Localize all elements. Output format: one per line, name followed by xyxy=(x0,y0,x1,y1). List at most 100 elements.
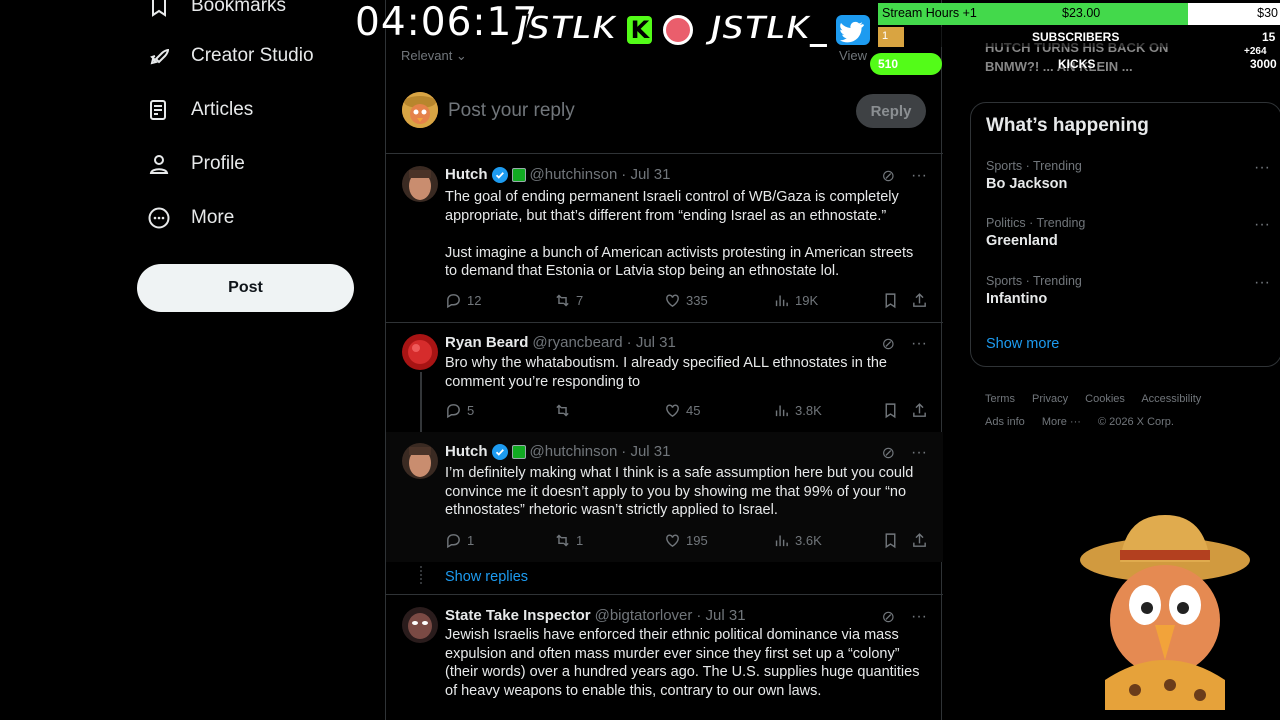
trend-topic: Greenland xyxy=(986,233,1058,249)
avatar xyxy=(402,443,438,479)
repost-action[interactable]: 1 xyxy=(554,532,583,549)
tweet[interactable]: Hutch @hutchinson · Jul 31 ⊘ ··· I’m def… xyxy=(386,443,943,561)
reply-input[interactable]: Post your reply xyxy=(448,100,575,122)
kicks-label: KICKS xyxy=(1058,57,1096,71)
bookmark-action[interactable] xyxy=(882,532,904,549)
verified-icon xyxy=(491,443,508,460)
kick-icon: K xyxy=(626,15,653,44)
views-action[interactable]: 19K xyxy=(773,292,818,309)
twitter-logo: JSTLK_ xyxy=(709,7,871,48)
grok-icon[interactable]: ⊘ xyxy=(882,166,895,186)
nav-articles[interactable]: Articles xyxy=(147,90,253,130)
author-handle[interactable]: @ryancbeard xyxy=(532,334,622,351)
record-icon xyxy=(662,14,693,45)
show-replies-link[interactable]: Show replies xyxy=(445,569,528,585)
tweet-actions: 5 45 3.8K xyxy=(445,402,930,422)
tweet-date[interactable]: · Jul 31 xyxy=(621,166,670,183)
divider xyxy=(386,322,943,323)
tweet-date[interactable]: · Jul 31 xyxy=(621,443,670,460)
post-button[interactable]: Post xyxy=(137,264,354,312)
tweet-text: Jewish Israelis have enforced their ethn… xyxy=(445,627,924,699)
reply-button[interactable]: Reply xyxy=(856,94,926,128)
grok-icon[interactable]: ⊘ xyxy=(882,607,895,627)
view-count: 19K xyxy=(795,293,819,308)
tweet-date[interactable]: · Jul 31 xyxy=(696,607,745,624)
reply-action[interactable]: 5 xyxy=(445,402,474,419)
grok-icon[interactable]: ⊘ xyxy=(882,443,895,463)
like-action[interactable]: 335 xyxy=(664,292,708,309)
repost-icon xyxy=(556,294,569,307)
nav-more[interactable]: More xyxy=(147,198,234,238)
footer-link[interactable]: More ··· xyxy=(1042,416,1081,428)
more-options-icon[interactable]: ··· xyxy=(1254,274,1270,292)
repost-count: 7 xyxy=(576,293,584,308)
trend-item[interactable]: Sports · Trending Bo Jackson ··· xyxy=(986,159,1276,192)
show-more-link[interactable]: Show more xyxy=(986,336,1059,352)
like-action[interactable]: 45 xyxy=(664,402,700,419)
nav-profile[interactable]: Profile xyxy=(147,144,245,184)
avatar xyxy=(402,92,438,128)
footer-link[interactable]: Cookies xyxy=(1085,393,1125,405)
grok-icon[interactable]: ⊘ xyxy=(882,334,895,354)
more-options-icon[interactable]: ··· xyxy=(911,167,927,185)
chevron-down-icon: ⌄ xyxy=(452,48,467,63)
tweet[interactable]: Hutch @hutchinson · Jul 31 ⊘ ··· The goa… xyxy=(386,166,943,322)
views-icon xyxy=(775,295,788,307)
more-options-icon[interactable]: ··· xyxy=(1254,216,1270,234)
tweet-header: Hutch @hutchinson · Jul 31 xyxy=(445,166,670,183)
more-options-icon[interactable]: ··· xyxy=(911,444,927,462)
tweet[interactable]: Ryan Beard @ryancbeard · Jul 31 ⊘ ··· Br… xyxy=(386,334,943,430)
reply-action[interactable]: 12 xyxy=(445,292,481,309)
heart-icon xyxy=(666,534,679,548)
tweet-text: I’m definitely making what I think is a … xyxy=(445,465,918,518)
more-options-icon[interactable]: ··· xyxy=(1254,159,1270,177)
trend-category: Sports · Trending xyxy=(986,274,1082,288)
repost-action[interactable]: 7 xyxy=(554,292,583,309)
tweet-date[interactable]: · Jul 31 xyxy=(627,334,676,351)
reply-count: 12 xyxy=(467,293,482,308)
tweet[interactable]: State Take Inspector @bigtatorlover · Ju… xyxy=(386,607,943,720)
author-name[interactable]: Hutch xyxy=(445,166,488,183)
trend-item[interactable]: Politics · Trending Greenland ··· xyxy=(986,216,1276,249)
bookmark-icon xyxy=(152,0,166,17)
view-link[interactable]: View xyxy=(839,48,867,63)
footer-link[interactable]: Accessibility xyxy=(1141,393,1201,405)
plus-count: +264 xyxy=(1244,46,1267,57)
bookmark-action[interactable] xyxy=(882,292,904,309)
more-options-icon[interactable]: ··· xyxy=(911,608,927,626)
like-count: 335 xyxy=(686,293,708,308)
share-action[interactable] xyxy=(911,532,933,549)
views-action[interactable]: 3.8K xyxy=(773,402,822,419)
view-count: 3.6K xyxy=(795,533,822,548)
logo-text: JSTLK xyxy=(709,7,812,48)
tweet-header: Ryan Beard @ryancbeard · Jul 31 xyxy=(445,334,676,351)
sort-dropdown[interactable]: Relevant ⌄ xyxy=(401,48,467,64)
trend-item[interactable]: Sports · Trending Infantino ··· xyxy=(986,274,1276,307)
author-name[interactable]: Ryan Beard xyxy=(445,334,528,351)
author-handle[interactable]: @bigtatorlover xyxy=(595,607,693,624)
share-icon xyxy=(913,533,926,547)
nav-bookmarks[interactable]: Bookmarks xyxy=(147,0,286,26)
nav-creator-studio[interactable]: Creator Studio xyxy=(147,36,314,76)
affiliate-badge-icon xyxy=(511,167,526,182)
bookmark-action[interactable] xyxy=(882,402,904,419)
reply-action[interactable]: 1 xyxy=(445,532,474,549)
subscribers-label: SUBSCRIBERS xyxy=(1032,30,1120,44)
more-options-icon[interactable]: ··· xyxy=(911,335,927,353)
footer-link[interactable]: Terms xyxy=(985,393,1015,405)
views-icon xyxy=(775,535,788,547)
author-handle[interactable]: @hutchinson xyxy=(530,443,618,460)
divider xyxy=(386,594,943,595)
like-count: 45 xyxy=(686,403,701,418)
tweet-menu: ⊘ ··· xyxy=(882,166,927,186)
author-name[interactable]: Hutch xyxy=(445,443,488,460)
author-handle[interactable]: @hutchinson xyxy=(530,166,618,183)
views-action[interactable]: 3.6K xyxy=(773,532,822,549)
author-name[interactable]: State Take Inspector xyxy=(445,607,591,624)
share-action[interactable] xyxy=(911,292,933,309)
like-action[interactable]: 195 xyxy=(664,532,708,549)
footer-link[interactable]: Privacy xyxy=(1032,393,1068,405)
share-action[interactable] xyxy=(911,402,933,419)
footer-link[interactable]: Ads info xyxy=(985,416,1025,428)
repost-action[interactable] xyxy=(554,402,576,419)
